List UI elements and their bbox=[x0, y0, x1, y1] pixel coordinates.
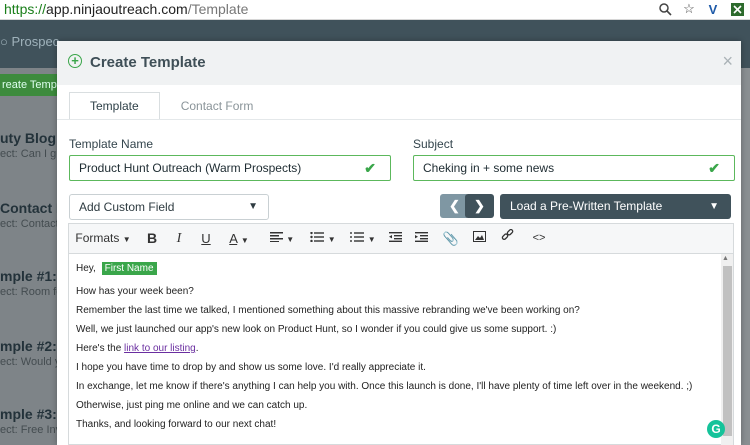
editor-scrollbar[interactable]: ▲ bbox=[721, 254, 733, 445]
chevron-left-icon: ❮ bbox=[449, 198, 460, 213]
chevron-down-icon: ▼ bbox=[709, 201, 719, 212]
background-list-item: uty Blog Oect: Can I gue bbox=[0, 130, 60, 160]
insert-image-button[interactable] bbox=[469, 224, 489, 253]
italic-button[interactable]: I bbox=[169, 224, 189, 253]
url-scheme: https:// bbox=[4, 1, 47, 17]
template-name-input[interactable]: Product Hunt Outreach (Warm Prospects) ✔ bbox=[69, 155, 391, 181]
code-icon: <> bbox=[532, 232, 546, 244]
chevron-right-icon: ❯ bbox=[474, 198, 485, 213]
numbered-list-button[interactable]: ▼ bbox=[347, 224, 379, 253]
background-list-item: mple #3: Iect: Free Inv bbox=[0, 406, 60, 436]
caret-down-icon: ▼ bbox=[240, 236, 249, 245]
add-custom-field-select[interactable]: Add Custom Field ▼ bbox=[69, 194, 269, 220]
url-host: app.ninjaoutreach.com bbox=[46, 1, 188, 17]
body-line: How has your week been? bbox=[76, 286, 194, 297]
grammarly-icon[interactable]: G bbox=[707, 420, 725, 438]
background-create-template-button: reate Templa bbox=[0, 74, 60, 96]
outdent-button[interactable] bbox=[385, 224, 405, 253]
check-icon: ✔ bbox=[708, 160, 720, 176]
body-line: I hope you have time to drop by and show… bbox=[76, 362, 426, 373]
numbered-list-icon bbox=[350, 232, 365, 242]
load-pre-written-template-button[interactable]: Load a Pre-Written Template ▼ bbox=[500, 194, 731, 219]
text-color-button[interactable]: A ▼ bbox=[223, 224, 255, 253]
zoom-icon[interactable] bbox=[658, 1, 672, 17]
tab-contact-form[interactable]: Contact Form bbox=[160, 92, 275, 120]
template-name-value: Product Hunt Outreach (Warm Prospects) bbox=[79, 161, 302, 175]
body-line: Thanks, and looking forward to our next … bbox=[76, 419, 277, 430]
modal-tabs: Template Contact Form bbox=[69, 92, 274, 120]
bold-button[interactable]: B bbox=[142, 224, 162, 253]
link-icon bbox=[501, 228, 513, 241]
caret-down-icon: ▼ bbox=[327, 235, 336, 244]
modal-title: Create Template bbox=[90, 54, 206, 71]
body-line: Remember the last time we talked, I ment… bbox=[76, 305, 580, 316]
indent-icon bbox=[414, 232, 428, 242]
create-template-modal: + Create Template × Template Contact For… bbox=[57, 41, 741, 445]
tab-divider bbox=[57, 119, 741, 120]
subject-label: Subject bbox=[413, 137, 454, 151]
subject-input[interactable]: Cheking in + some news ✔ bbox=[413, 155, 735, 181]
chevron-down-icon: ▼ bbox=[248, 201, 258, 212]
background-list-item: mple #2: Iect: Would y bbox=[0, 338, 60, 368]
bullet-list-icon bbox=[310, 231, 325, 243]
outdent-icon bbox=[388, 232, 402, 242]
email-body-editor[interactable]: Hey, First Name How has your week been? … bbox=[68, 254, 734, 445]
plus-circle-icon: + bbox=[68, 54, 82, 68]
background-search: ○ Prospec bbox=[0, 34, 60, 49]
close-icon[interactable]: × bbox=[722, 51, 733, 72]
bullet-list-button[interactable]: ▼ bbox=[307, 224, 339, 253]
scroll-up-icon[interactable]: ▲ bbox=[722, 255, 729, 262]
url-text[interactable]: https://app.ninjaoutreach.com/Template bbox=[4, 1, 248, 17]
caret-down-icon: ▼ bbox=[367, 235, 376, 244]
formats-dropdown[interactable]: Formats ▼ bbox=[75, 224, 131, 253]
next-template-button[interactable]: ❯ bbox=[465, 194, 494, 218]
modal-header: + Create Template × bbox=[57, 41, 741, 85]
check-icon: ✔ bbox=[364, 160, 376, 176]
browser-address-bar[interactable]: https://app.ninjaoutreach.com/Template ☆… bbox=[0, 0, 750, 20]
background-list-item: mple #1: Iect: Room fo bbox=[0, 268, 60, 298]
subject-value: Cheking in + some news bbox=[423, 161, 555, 175]
body-line: Otherwise, just ping me online and we ca… bbox=[76, 400, 308, 411]
listing-link[interactable]: link to our listing bbox=[124, 343, 196, 354]
tab-template[interactable]: Template bbox=[69, 92, 160, 120]
add-custom-field-label: Add Custom Field bbox=[79, 200, 175, 214]
body-line: Well, we just launched our app's new loo… bbox=[76, 324, 557, 335]
paperclip-icon: 📎 bbox=[442, 231, 460, 246]
indent-button[interactable] bbox=[411, 224, 431, 253]
extension-v-icon[interactable]: V bbox=[706, 1, 720, 17]
attachment-button[interactable]: 📎 bbox=[441, 224, 461, 253]
body-line: In exchange, let me know if there's anyt… bbox=[76, 381, 693, 392]
search-icon: ○ bbox=[0, 34, 8, 49]
background-list-item: Contact Foect: Contact f bbox=[0, 200, 60, 230]
greeting-line: Hey, First Name bbox=[76, 262, 157, 275]
underline-button[interactable]: U bbox=[196, 224, 216, 253]
background-template-list bbox=[0, 68, 62, 445]
link-line: Here's the link to our listing. bbox=[76, 343, 199, 354]
bookmark-star-icon[interactable]: ☆ bbox=[682, 1, 696, 17]
editor-toolbar: Formats ▼ B I U A ▼ ▼ ▼ ▼ 📎 <> bbox=[68, 223, 734, 254]
scrollbar-thumb[interactable] bbox=[723, 266, 732, 436]
align-button[interactable]: ▼ bbox=[266, 224, 298, 253]
text-color-icon: A bbox=[229, 231, 238, 246]
template-name-label: Template Name bbox=[69, 137, 154, 151]
caret-down-icon: ▼ bbox=[122, 235, 131, 244]
image-icon bbox=[472, 231, 486, 242]
url-path: /Template bbox=[187, 1, 249, 17]
background-right-edge bbox=[740, 68, 750, 445]
extension-x-icon[interactable] bbox=[730, 1, 744, 17]
insert-link-button[interactable] bbox=[497, 224, 517, 253]
align-left-icon bbox=[269, 232, 283, 242]
caret-down-icon: ▼ bbox=[286, 235, 295, 244]
first-name-merge-tag[interactable]: First Name bbox=[101, 262, 157, 275]
load-template-label: Load a Pre-Written Template bbox=[510, 199, 663, 213]
source-code-button[interactable]: <> bbox=[529, 224, 549, 253]
